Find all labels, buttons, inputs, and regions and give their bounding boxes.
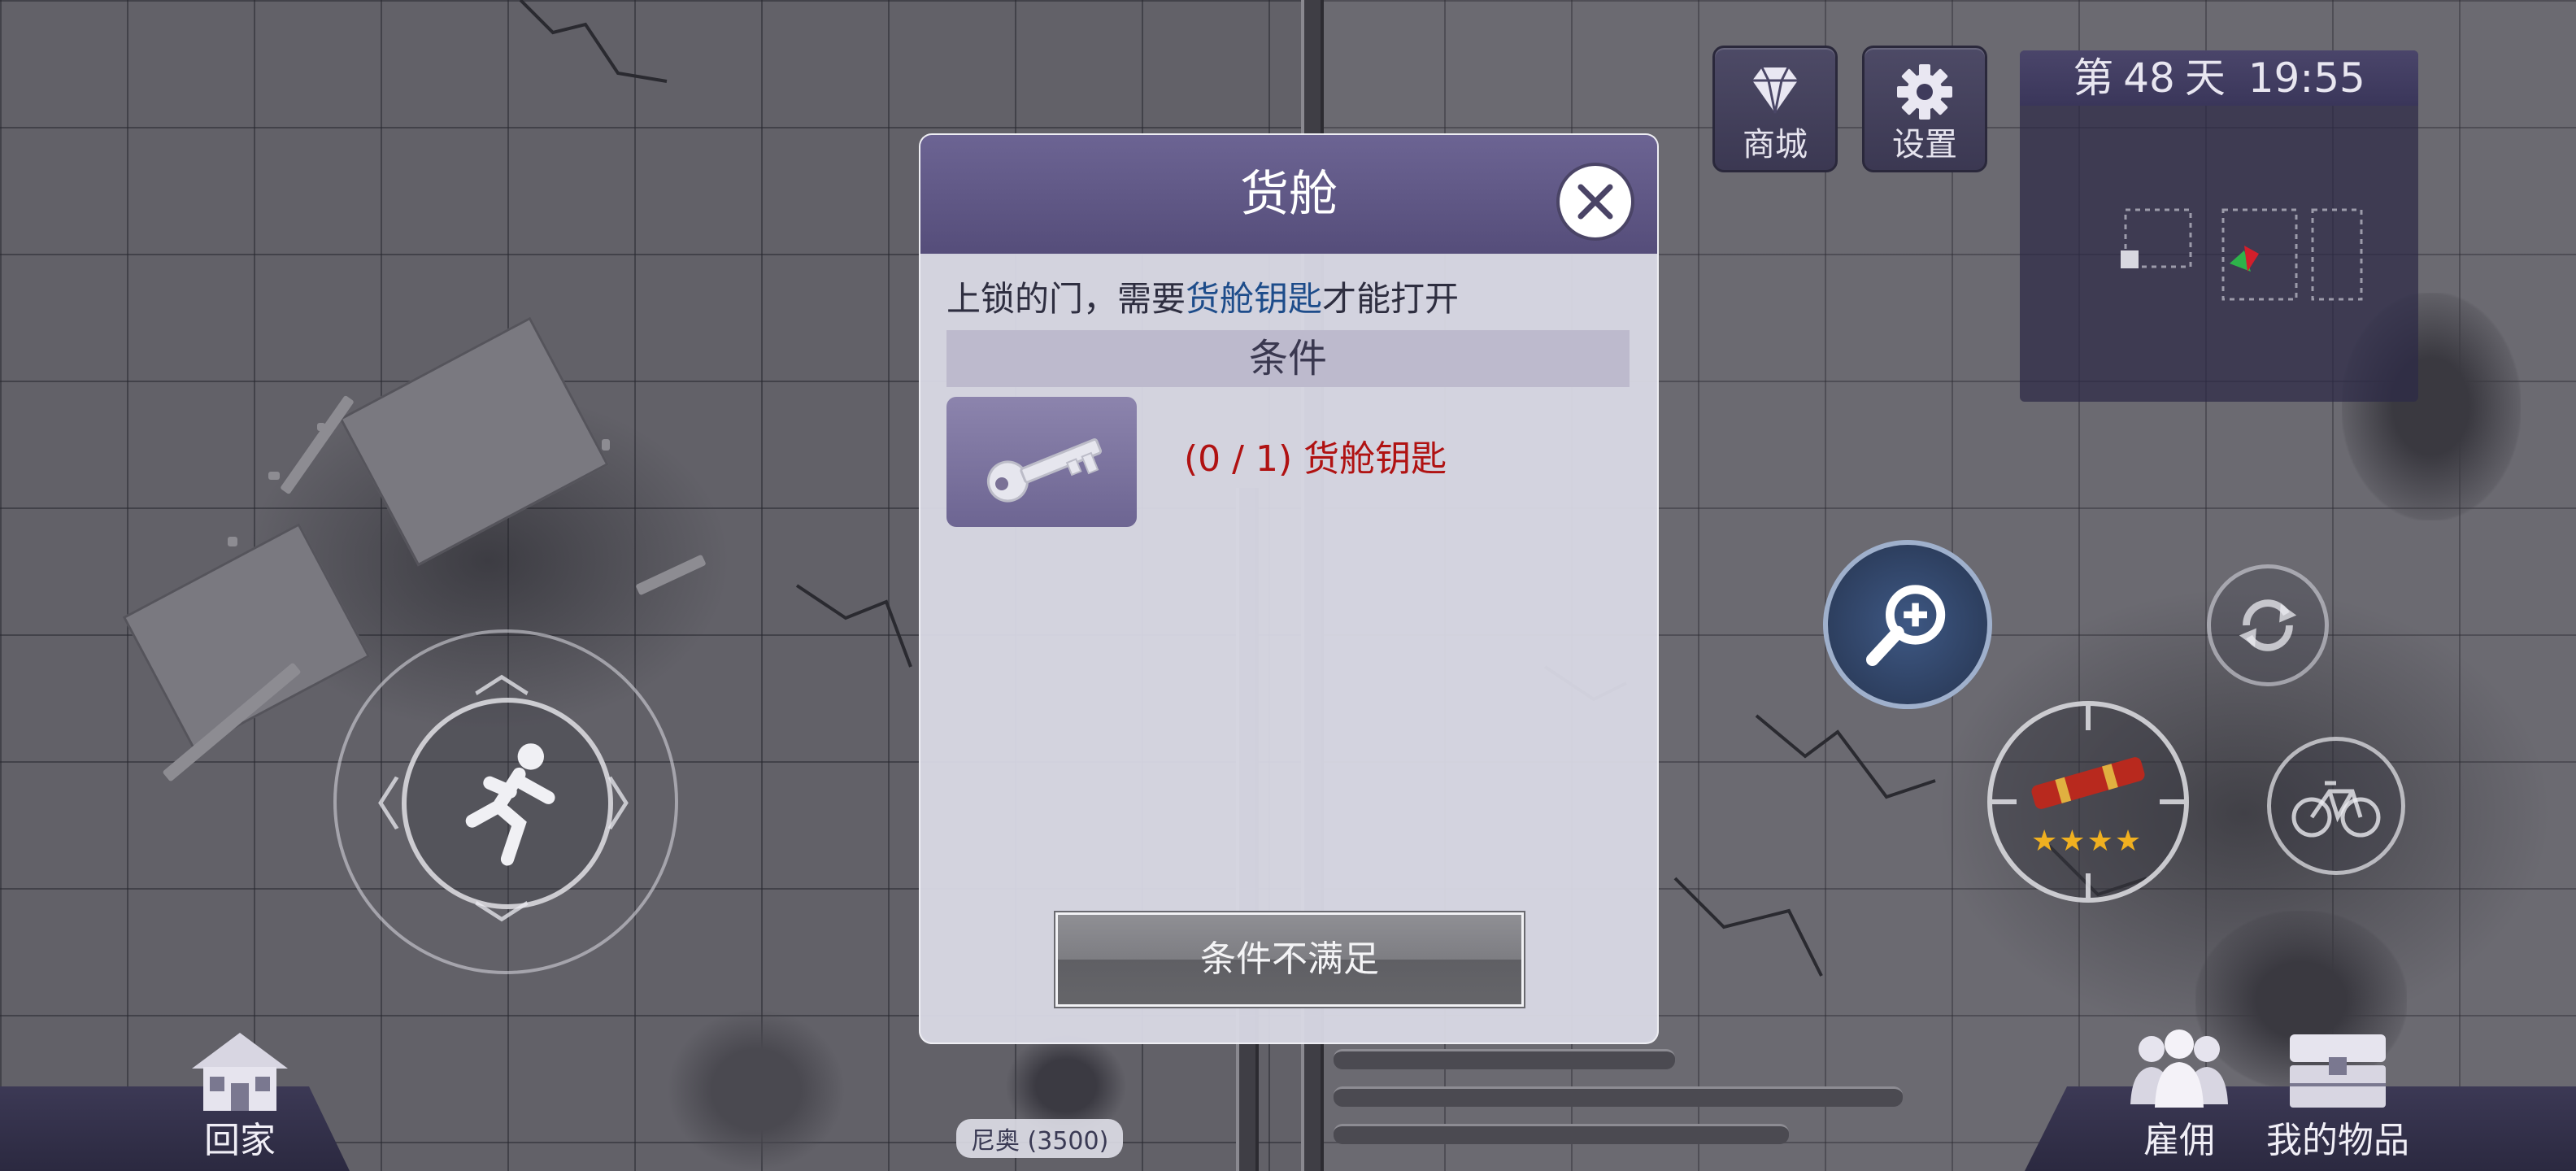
cargo-hold-dialog: 货舱 上锁的门，需要货舱钥匙才能打开 条件 (0 / 1) 货舱钥匙 条件不满足: [919, 133, 1659, 1044]
description-key-name: 货舱钥匙: [1186, 279, 1323, 319]
vehicle-button[interactable]: [2267, 737, 2405, 875]
zoom-in-button[interactable]: [1823, 540, 1992, 709]
day-time-bar: 第 48 天 19:55: [2020, 50, 2418, 106]
day-number: 48: [2123, 54, 2175, 102]
day-prefix: 第: [2073, 54, 2114, 102]
settings-button[interactable]: 设置: [1862, 46, 1987, 172]
shop-button[interactable]: 商城: [1712, 46, 1838, 172]
dialog-description: 上锁的门，需要货舱钥匙才能打开: [946, 272, 1459, 321]
shop-label: 商城: [1743, 126, 1808, 163]
home-button[interactable]: 回家: [171, 1026, 309, 1164]
close-icon: [1577, 184, 1613, 220]
day-suffix: 天: [2184, 54, 2226, 102]
people-icon: [2130, 1030, 2228, 1108]
my-items-button[interactable]: 我的物品: [2252, 1026, 2423, 1164]
weapon-stars: ★★★★: [2031, 825, 2153, 858]
star-icon: ★: [2031, 825, 2060, 858]
conditions-header: 条件: [946, 330, 1630, 387]
chest-icon: [2290, 1034, 2386, 1108]
weapon-button[interactable]: ★★★★: [1987, 701, 2189, 903]
dialog-header: 货舱: [920, 135, 1657, 254]
key-item-slot[interactable]: [946, 397, 1137, 527]
joystick-left-arrow: 〈: [345, 772, 402, 838]
hire-label: 雇佣: [2143, 1120, 2215, 1161]
rubble-sprite: [667, 1008, 846, 1171]
gear-icon: [1897, 64, 1952, 120]
diamond-icon: [1752, 67, 1798, 114]
star-icon: ★: [2114, 825, 2143, 858]
magnifier-plus-icon: [1866, 585, 1946, 666]
requirement-text: (0 / 1) 货舱钥匙: [1184, 438, 1447, 480]
star-icon: ★: [2059, 825, 2087, 858]
joystick-down-arrow: ﹀: [473, 895, 530, 962]
conditions-not-met-button[interactable]: 条件不满足: [1055, 912, 1524, 1007]
switch-button[interactable]: [2207, 564, 2329, 686]
home-label: 回家: [204, 1120, 276, 1161]
joystick-right-arrow: 〉: [605, 772, 662, 838]
description-prefix: 上锁的门，需要: [946, 279, 1186, 319]
npc-name-tag: 尼奥 (3500): [956, 1119, 1124, 1158]
dialog-title: 货舱: [1240, 166, 1338, 223]
bicycle-icon: [2291, 781, 2381, 838]
hire-button[interactable]: 雇佣: [2114, 1026, 2244, 1164]
key-icon: [986, 438, 1103, 503]
settings-label: 设置: [1892, 126, 1957, 163]
my-items-label: 我的物品: [2266, 1120, 2409, 1161]
refresh-icon: [2239, 599, 2297, 651]
running-man-icon: [465, 743, 555, 866]
description-suffix: 才能打开: [1322, 279, 1460, 319]
clock-time: 19:55: [2247, 54, 2365, 102]
joystick-up-arrow: ︿: [473, 638, 530, 705]
house-icon: [192, 1033, 288, 1111]
star-icon: ★: [2086, 825, 2115, 858]
close-button[interactable]: [1556, 163, 1634, 241]
dynamite-icon: [2031, 757, 2145, 809]
joystick-knob[interactable]: [402, 698, 613, 909]
